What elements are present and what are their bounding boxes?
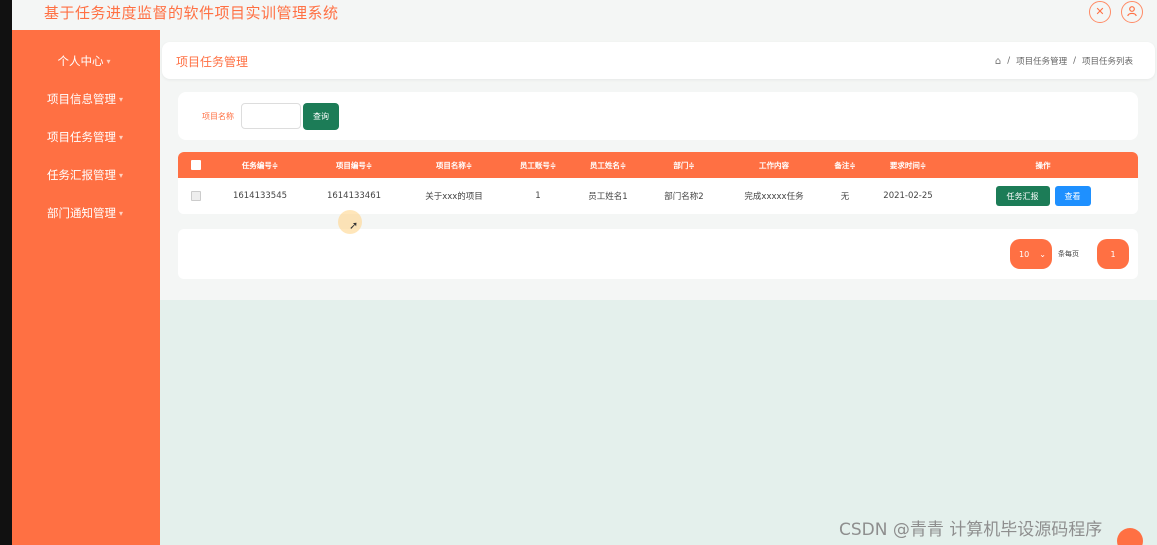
sidebar-item-project-info[interactable]: 项目信息管理 ▾ [12,80,160,118]
column-header: 工作内容 [759,160,789,170]
project-name-cell: 关于xxx的项目 [425,192,483,202]
column-header[interactable]: 项目名称≑ [404,152,504,178]
app-title: 基于任务进度监督的软件项目实训管理系统 [44,4,339,22]
chevron-down-icon: ▾ [106,56,111,66]
column-header[interactable]: 员工账号≑ [498,152,578,178]
column-header[interactable]: 员工姓名≑ [568,152,648,178]
page-size-label: 条每页 [1058,250,1079,258]
page-title: 项目任务管理 [176,55,249,69]
chevron-down-icon: ▾ [119,94,124,104]
sidebar-item-personal-center[interactable]: 个人中心 ▾ [12,42,160,80]
checkbox-box [191,160,201,170]
sidebar-item-label: 项目信息管理 [47,92,116,106]
sidebar-item-department-notice[interactable]: 部门通知管理 ▾ [12,194,160,232]
project-name-input[interactable] [241,103,301,129]
chevron-down-icon: ▾ [119,132,124,142]
page-size-select[interactable]: 10 ⌄ [1010,239,1052,269]
breadcrumb-separator: / [1073,56,1076,66]
sidebar-item-task-report[interactable]: 任务汇报管理 ▾ [12,156,160,194]
top-bar: 基于任务进度监督的软件项目实训管理系统 ✕ [12,0,1157,30]
mouse-cursor-icon: ➚ [349,219,359,232]
main-content: 项目任务管理 ⌂ / 项目任务管理 / 项目任务列表 项目名称 查询 任务编号≑… [160,30,1157,545]
checkbox-box [191,191,201,201]
user-icon[interactable] [1121,1,1143,23]
select-all-checkbox[interactable] [186,152,206,178]
breadcrumb-item: 项目任务列表 [1081,57,1133,67]
employee-account-cell: 1 [535,191,541,201]
chevron-down-icon: ⌄ [1039,249,1046,259]
department-cell: 部门名称2 [664,192,704,202]
sidebar-item-project-task[interactable]: 项目任务管理 ▾ [12,118,160,156]
view-button[interactable]: 查看 [1054,186,1091,206]
column-header[interactable]: 要求时间≑ [868,152,948,178]
pagination: 10 ⌄ 条每页 1 [178,229,1138,279]
left-edge-strip [0,0,12,545]
column-header[interactable]: 部门≑ [644,152,724,178]
search-button[interactable]: 查询 [303,103,339,130]
sidebar-item-label: 个人中心 [57,54,104,68]
close-circle-icon[interactable]: ✕ [1089,1,1111,23]
breadcrumb: ⌂ / 项目任务管理 / 项目任务列表 [995,55,1133,68]
work-content-cell: 完成xxxxx任务 [744,192,804,202]
column-header: 操作 [1035,160,1051,170]
table-header: 任务编号≑ 项目编号≑ 项目名称≑ 员工账号≑ 员工姓名≑ 部门≑ 工作内容 备… [178,152,1138,178]
actions-cell: 任务汇报 查看 [963,178,1123,214]
watermark: CSDN @青青 计算机毕设源码程序 [839,520,1103,540]
sidebar-item-label: 部门通知管理 [47,206,116,220]
column-header[interactable]: 任务编号≑ [210,152,310,178]
sidebar-item-label: 项目任务管理 [47,130,116,144]
search-panel: 项目名称 查询 [178,92,1138,140]
project-id-cell: 1614133461 [326,191,382,201]
task-id-cell: 1614133545 [232,191,288,201]
employee-name-cell: 员工姓名1 [588,192,628,202]
search-label: 项目名称 [202,112,234,121]
page-size-value: 10 [1019,249,1030,259]
sidebar-item-label: 任务汇报管理 [47,168,116,182]
row-checkbox[interactable] [186,178,206,214]
page-number-button[interactable]: 1 [1097,239,1129,269]
task-table: 任务编号≑ 项目编号≑ 项目名称≑ 员工账号≑ 员工姓名≑ 部门≑ 工作内容 备… [178,152,1138,214]
page-header: 项目任务管理 ⌂ / 项目任务管理 / 项目任务列表 [162,42,1155,79]
breadcrumb-item[interactable]: 项目任务管理 [1016,55,1067,67]
task-report-button[interactable]: 任务汇报 [995,186,1050,206]
user-icon-glyph [1127,6,1137,17]
table-row: 1614133545 1614133461 关于xxx的项目 1 员工姓名1 部… [178,178,1138,214]
deadline-cell: 2021-02-25 [883,191,933,201]
chevron-down-icon: ▾ [119,208,124,218]
column-header[interactable]: 项目编号≑ [306,152,402,178]
chevron-down-icon: ▾ [119,170,124,180]
home-icon[interactable]: ⌂ [995,56,1001,67]
sidebar: 个人中心 ▾ 项目信息管理 ▾ 项目任务管理 ▾ 任务汇报管理 ▾ 部门通知管理… [12,30,160,545]
breadcrumb-separator: / [1007,56,1011,66]
